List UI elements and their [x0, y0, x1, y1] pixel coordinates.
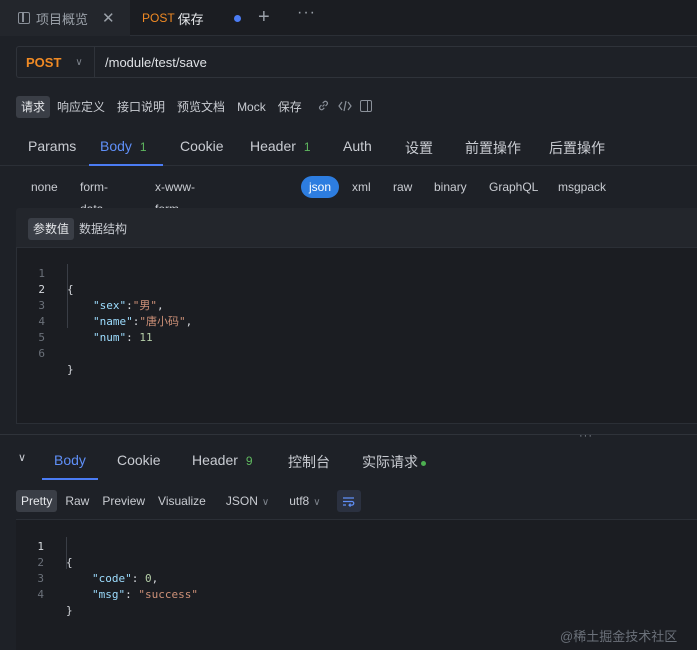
body-type-graphql[interactable]: GraphQL	[489, 176, 538, 198]
line-number: 6	[38, 347, 45, 360]
request-sub-toolbar: 请求 响应定义 接口说明 预览文档 Mock 保存	[16, 96, 372, 118]
encoding-select[interactable]: utf8 ∨	[289, 494, 320, 508]
close-icon[interactable]: ✕	[102, 9, 115, 27]
tab-params-label: Params	[28, 138, 77, 154]
tab-method-label: POST	[142, 11, 175, 25]
subtab-api-description[interactable]: 接口说明	[112, 96, 170, 118]
tab-data-structure[interactable]: 数据结构	[74, 218, 132, 240]
json-sep: :	[125, 588, 139, 601]
more-tabs-icon[interactable]: ···	[297, 4, 316, 22]
response-tab-cookie[interactable]: Cookie	[117, 452, 161, 468]
body-type-none[interactable]: none	[31, 176, 58, 198]
tab-params[interactable]: Params	[28, 138, 76, 154]
response-format-bar: Pretty Raw Preview Visualize JSON ∨ utf8 ∨	[16, 489, 361, 513]
tab-request-label: 保存	[177, 11, 204, 27]
editor-tab-bar: 项目概览 ✕ POST 保存 + ···	[0, 0, 697, 36]
chevron-down-icon: ∨	[75, 56, 83, 68]
format-pretty[interactable]: Pretty	[16, 490, 58, 512]
body-type-urlencoded[interactable]: x-www-form-urlencoded	[155, 176, 214, 238]
code-line: }	[66, 604, 73, 617]
response-tab-body[interactable]: Body	[54, 452, 86, 468]
tab-pre-actions-label: 前置操作	[465, 140, 521, 156]
wrap-lines-icon[interactable]	[336, 490, 361, 512]
tab-pre-actions[interactable]: 前置操作	[465, 138, 521, 158]
body-view-tabs: 参数值 数据结构	[16, 208, 697, 248]
body-type-binary[interactable]: binary	[434, 176, 467, 198]
format-preview[interactable]: Preview	[97, 490, 150, 512]
status-dot-icon	[421, 460, 426, 466]
tab-settings-label: 设置	[405, 140, 433, 156]
chevron-down-icon: ∨	[261, 497, 270, 508]
method-select-value: POST	[26, 54, 62, 70]
tab-header[interactable]: Header 1	[250, 138, 311, 154]
request-body-editor[interactable]: 1 { 2 "sex":"男", 3 "name":"唐小码", 4 "num"…	[16, 248, 697, 424]
tab-header-label: Header	[250, 138, 296, 154]
tab-post-actions[interactable]: 后置操作	[549, 138, 605, 158]
response-tab-actual-request[interactable]: 实际请求	[362, 452, 426, 472]
tab-auth[interactable]: Auth	[343, 138, 372, 154]
tab-cookie[interactable]: Cookie	[180, 138, 224, 154]
active-tab-underline	[89, 164, 163, 166]
method-select[interactable]: POST ∨	[17, 47, 95, 77]
tab-cookie-label: Cookie	[180, 138, 224, 154]
sidebar-toggle-icon[interactable]	[359, 99, 372, 115]
tab-header-count: 1	[303, 140, 311, 154]
subtab-preview-doc[interactable]: 预览文档	[172, 96, 230, 118]
drag-handle-icon[interactable]: ···	[579, 430, 593, 442]
watermark: @稀土掘金技术社区	[560, 629, 678, 644]
tab-body-label: Body	[100, 138, 132, 154]
tab-project-overview[interactable]: 项目概览 ✕	[0, 0, 130, 36]
unsaved-dot-icon	[233, 14, 241, 22]
code-line: }	[67, 363, 74, 376]
tab-post-actions-label: 后置操作	[549, 140, 605, 156]
json-value: "success"	[138, 588, 198, 601]
subtab-request[interactable]: 请求	[16, 96, 51, 118]
request-tabs: Params Body 1 Cookie Header 1 Auth 设置 前置操作…	[0, 128, 697, 166]
subtab-response-definition[interactable]: 响应定义	[52, 96, 110, 118]
body-type-json[interactable]: json	[301, 176, 340, 198]
body-type-raw[interactable]: raw	[393, 176, 412, 198]
add-tab-icon[interactable]: +	[258, 6, 270, 29]
json-key: "msg"	[92, 588, 126, 601]
chevron-down-icon: ∨	[313, 497, 321, 508]
active-tab-underline	[42, 478, 98, 480]
tab-post-save[interactable]: POST 保存	[130, 0, 248, 36]
response-tabs: Body Cookie Header 9 控制台 实际请求	[0, 443, 697, 480]
request-url-bar: POST ∨ /module/test/save	[16, 46, 697, 78]
save-button[interactable]: 保存	[273, 96, 307, 118]
response-tab-header-label: Header	[192, 452, 238, 468]
response-tab-console[interactable]: 控制台	[288, 452, 330, 472]
response-tab-actual-request-label: 实际请求	[362, 454, 418, 470]
subtab-mock[interactable]: Mock	[232, 96, 271, 118]
tab-auth-label: Auth	[343, 138, 372, 154]
tab-param-values[interactable]: 参数值	[28, 218, 75, 240]
body-type-msgpack[interactable]: msgpack	[558, 176, 606, 198]
tab-body-count: 1	[139, 140, 147, 154]
format-raw[interactable]: Raw	[60, 490, 94, 512]
encoding-select-value: utf8	[289, 494, 310, 508]
response-tab-header-count: 9	[245, 454, 253, 468]
body-type-xml[interactable]: xml	[352, 176, 371, 198]
tab-settings[interactable]: 设置	[405, 138, 433, 158]
code-line: "msg": "success"	[92, 587, 198, 603]
line-number: 4	[37, 588, 44, 601]
body-type-form-data[interactable]: form-data	[80, 176, 108, 216]
tab-project-overview-label: 项目概览	[36, 11, 89, 27]
format-select[interactable]: JSON ∨	[226, 494, 269, 508]
overview-tab-icon	[18, 12, 30, 24]
format-select-value: JSON	[225, 494, 258, 508]
code-icon[interactable]	[338, 100, 352, 115]
tab-body[interactable]: Body 1	[100, 138, 147, 154]
link-icon[interactable]	[317, 99, 330, 115]
format-visualize[interactable]: Visualize	[153, 490, 211, 512]
url-input[interactable]: /module/test/save	[95, 55, 207, 70]
response-tab-header[interactable]: Header 9	[192, 452, 253, 468]
